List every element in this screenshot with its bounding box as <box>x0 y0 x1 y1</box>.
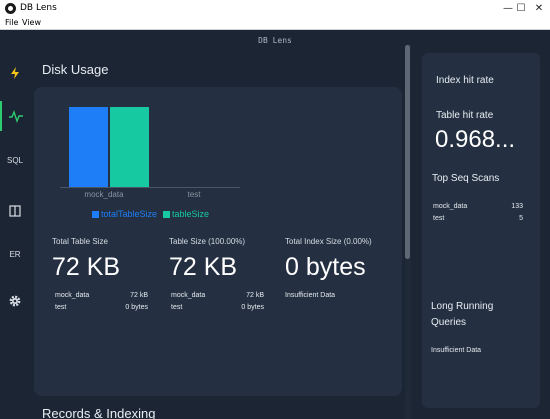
legend-swatch-table <box>163 210 170 218</box>
sidebar-item-settings[interactable] <box>0 286 30 316</box>
stat-table-size-label: Table Size (100.00%) <box>169 237 246 246</box>
legend-swatch-total <box>92 210 99 218</box>
close-button[interactable]: ✕ <box>524 0 550 18</box>
x-tick-label: test <box>188 190 202 199</box>
seq-row-value: 133 <box>511 203 523 210</box>
index-hit-rate-title: Index hit rate <box>436 75 494 86</box>
stat-row-name: test <box>55 304 67 311</box>
main-content: Disk Usage mock_data test totalTableSize … <box>30 48 408 419</box>
right-panel: Index hit rate Table hit rate 0.968... T… <box>422 53 540 408</box>
app-header-title: DB Lens <box>258 36 292 45</box>
stat-index-note: Insufficient Data <box>285 292 336 299</box>
stat-row-name: test <box>171 304 183 311</box>
seq-row-name: mock_data <box>433 203 468 210</box>
legend-total-table-size: totalTableSize <box>92 209 157 219</box>
stat-row-name: mock_data <box>171 292 206 299</box>
top-seq-scans-title: Top Seq Scans <box>432 173 500 184</box>
menu-bar: File View <box>0 18 550 30</box>
disk-usage-title: Disk Usage <box>42 62 109 77</box>
sidebar-item-dashboard[interactable] <box>0 58 30 88</box>
sidebar-item-panels[interactable] <box>0 196 30 226</box>
table-hit-rate-title: Table hit rate <box>436 110 494 121</box>
bar-totalTableSize-mock_data[interactable] <box>69 107 108 187</box>
legend-label-table: tableSize <box>172 209 210 219</box>
app-header: DB Lens <box>0 30 550 48</box>
legend-table-size: tableSize <box>163 209 209 219</box>
x-tick-label: mock_data <box>84 190 124 199</box>
disk-usage-card: mock_data test totalTableSize tableSize T… <box>34 87 402 396</box>
stat-row-value: 72 kB <box>130 292 148 299</box>
long-running-note: Insufficient Data <box>431 347 482 354</box>
main-scrollbar-thumb[interactable] <box>405 45 410 259</box>
stat-row-name: mock_data <box>55 292 90 299</box>
stat-total-table-size-value: 72 KB <box>52 253 121 281</box>
activity-icon <box>9 109 23 123</box>
disk-usage-chart: mock_data test <box>60 107 240 199</box>
stat-table-size-value: 72 KB <box>169 253 238 281</box>
sidebar-item-sql[interactable]: SQL <box>0 145 30 175</box>
menu-view[interactable]: View <box>22 18 41 27</box>
window-title: DB Lens <box>20 3 57 13</box>
seq-row-name: test <box>433 215 445 222</box>
stat-index-size-label: Total Index Size (0.00%) <box>285 237 372 246</box>
app-icon <box>5 3 16 14</box>
seq-row-value: 5 <box>519 215 523 222</box>
title-bar: DB Lens — ☐ ✕ <box>0 0 550 18</box>
gear-icon <box>9 295 21 307</box>
records-indexing-title: Records & Indexing <box>42 406 156 419</box>
sidebar: SQL ER <box>0 48 30 419</box>
stat-index-size-value: 0 bytes <box>285 253 366 281</box>
stat-row-value: 0 bytes <box>241 304 264 311</box>
long-running-queries-title: Long Running Queries <box>431 301 494 328</box>
table-hit-rate-value: 0.968... <box>435 126 516 153</box>
sidebar-item-activity[interactable] <box>0 101 30 131</box>
lightning-icon <box>11 67 19 79</box>
menu-file[interactable]: File <box>5 18 18 27</box>
stat-total-table-size-label: Total Table Size <box>52 237 108 246</box>
sidebar-item-er[interactable]: ER <box>0 239 30 269</box>
bar-tableSize-mock_data[interactable] <box>110 107 149 187</box>
panel-icon <box>9 205 21 217</box>
stat-row-value: 0 bytes <box>125 304 148 311</box>
stat-row-value: 72 kB <box>246 292 264 299</box>
legend-label-total: totalTableSize <box>101 209 158 219</box>
